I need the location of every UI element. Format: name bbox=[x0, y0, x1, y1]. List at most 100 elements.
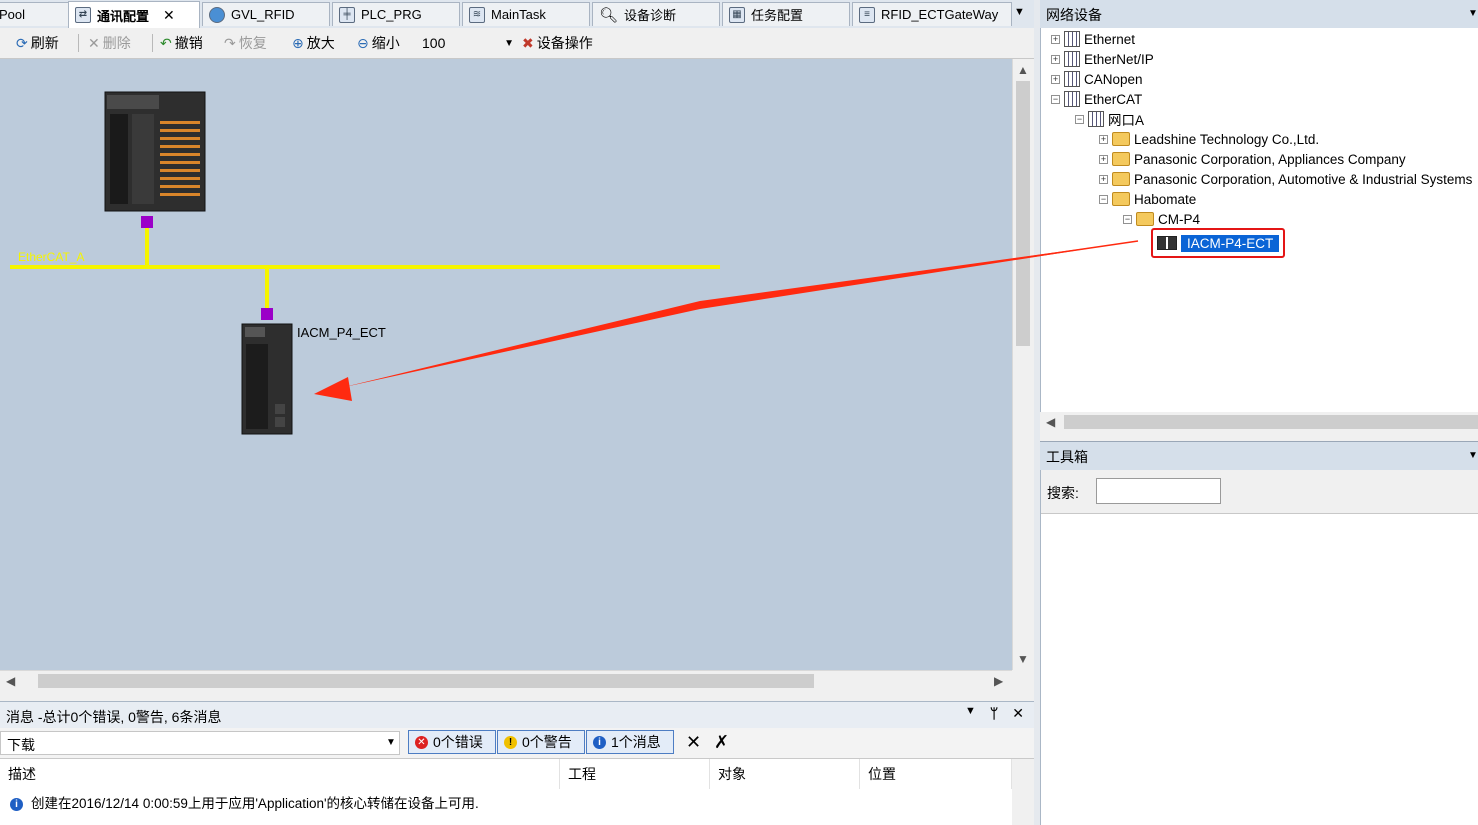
port-icon bbox=[1088, 111, 1104, 127]
folder-open-icon bbox=[1112, 192, 1130, 206]
program-icon: ╪ bbox=[339, 6, 355, 23]
column-header-project[interactable]: 工程 bbox=[560, 759, 710, 789]
network-config-icon: ⇄ bbox=[75, 7, 91, 23]
tree-node-leadshine[interactable]: + Leadshine Technology Co.,Ltd. bbox=[1099, 130, 1319, 148]
collapse-icon[interactable]: − bbox=[1075, 114, 1084, 124]
scroll-left-icon[interactable]: ◀ bbox=[1046, 415, 1055, 429]
zoom-level-select[interactable]: 100 ▼ bbox=[422, 33, 514, 53]
bus-icon bbox=[1064, 91, 1080, 107]
close-tab-icon[interactable]: ✕ bbox=[163, 7, 175, 24]
tab-pool[interactable]: Pool bbox=[0, 2, 70, 26]
delete-button[interactable]: ✕ 删除 bbox=[88, 33, 131, 53]
expand-icon[interactable]: + bbox=[1051, 74, 1060, 84]
folder-icon bbox=[1112, 172, 1130, 186]
vertical-scroll-thumb[interactable] bbox=[1016, 81, 1030, 346]
network-tree-horizontal-scrollbar[interactable]: ◀ bbox=[1040, 412, 1478, 432]
undo-icon: ↶ bbox=[160, 34, 172, 51]
chevron-down-icon[interactable]: ▼ bbox=[386, 737, 396, 748]
panel-menu-icon[interactable]: ▼ bbox=[1468, 450, 1478, 461]
tree-node-canopen[interactable]: + CANopen bbox=[1051, 70, 1143, 88]
expand-icon[interactable]: + bbox=[1051, 34, 1060, 44]
magnifier-icon: 🔍︎ bbox=[599, 6, 619, 24]
zoom-in-button[interactable]: ⊕ 放大 bbox=[292, 33, 335, 53]
messages-filter-bar: 下载 ▼ ✕ 0个错误 ! 0个警告 i 1个消息 ✕ ✗ bbox=[0, 728, 1034, 759]
panel-menu-icon[interactable]: ▼ bbox=[1468, 8, 1478, 19]
tab-task-config[interactable]: ▦ 任务配置 bbox=[722, 2, 850, 26]
scroll-down-icon[interactable]: ▼ bbox=[1017, 652, 1029, 666]
expand-icon[interactable]: + bbox=[1099, 174, 1108, 184]
undo-button[interactable]: ↶ 撤销 bbox=[160, 33, 203, 53]
tree-node-panasonic-automotive[interactable]: + Panasonic Corporation, Automotive & In… bbox=[1099, 170, 1472, 188]
expand-icon[interactable]: + bbox=[1099, 134, 1108, 144]
toolbox-search-input[interactable] bbox=[1096, 478, 1221, 504]
message-source-select[interactable]: 下载 bbox=[0, 731, 400, 755]
device-operations-button[interactable]: ✖ 设备操作 bbox=[522, 33, 593, 53]
tree-node-cm-p4[interactable]: − CM-P4 bbox=[1123, 210, 1200, 228]
collapse-icon[interactable]: − bbox=[1099, 194, 1108, 204]
info-filter-button[interactable]: i 1个消息 bbox=[586, 730, 674, 754]
close-panel-icon[interactable]: ✕ bbox=[1012, 705, 1024, 722]
redo-button[interactable]: ↷ 恢复 bbox=[224, 33, 267, 53]
tree-node-ethernet-ip[interactable]: + EtherNet/IP bbox=[1051, 50, 1154, 68]
master-port[interactable] bbox=[141, 216, 153, 228]
tab-rfid-ectgateway[interactable]: ≡ RFID_ECTGateWay bbox=[852, 2, 1012, 26]
info-icon: i bbox=[10, 797, 23, 811]
scroll-right-icon[interactable]: ▶ bbox=[994, 674, 1003, 688]
column-header-object[interactable]: 对象 bbox=[710, 759, 860, 789]
network-devices-header: 网络设备 ▼ bbox=[1040, 0, 1478, 29]
tree-node-habomate[interactable]: − Habomate bbox=[1099, 190, 1196, 208]
tree-node-port-a[interactable]: − 网口A bbox=[1075, 110, 1144, 128]
tree-node-ethernet[interactable]: + Ethernet bbox=[1051, 30, 1135, 48]
horizontal-scroll-thumb[interactable] bbox=[1064, 415, 1478, 429]
tab-list-dropdown-icon[interactable]: ▼ bbox=[1014, 6, 1025, 18]
task-icon: ≋ bbox=[469, 6, 485, 23]
zoom-out-button[interactable]: ⊖ 缩小 bbox=[357, 33, 400, 53]
scroll-left-icon[interactable]: ◀ bbox=[6, 674, 15, 688]
expand-icon[interactable]: + bbox=[1099, 154, 1108, 164]
scroll-up-icon[interactable]: ▲ bbox=[1017, 63, 1029, 77]
tab-plc-prg[interactable]: ╪ PLC_PRG bbox=[332, 2, 460, 26]
tab-gvl-rfid[interactable]: GVL_RFID bbox=[202, 2, 330, 26]
canvas-vertical-scrollbar[interactable]: ▲ ▼ bbox=[1012, 59, 1033, 670]
slave-device-label: IACM_P4_ECT bbox=[297, 325, 386, 340]
tree-node-ethercat[interactable]: − EtherCAT bbox=[1051, 90, 1142, 108]
messages-title: 消息 -总计0个错误, 0警告, 6条消息 bbox=[6, 709, 222, 725]
zoom-out-icon: ⊖ bbox=[357, 34, 369, 51]
warnings-filter-button[interactable]: ! 0个警告 bbox=[497, 730, 585, 754]
messages-scrollbar[interactable] bbox=[1012, 759, 1034, 825]
horizontal-scroll-thumb[interactable] bbox=[38, 674, 814, 688]
folder-icon bbox=[1112, 132, 1130, 146]
info-icon: i bbox=[593, 735, 606, 749]
topology-diagram: EtherCAT_A IACM_P4_ECT bbox=[10, 91, 720, 435]
tree-node-iacm-p4-ect[interactable]: IACM-P4-ECT bbox=[1151, 228, 1286, 258]
master-plc-device[interactable] bbox=[104, 91, 206, 212]
bus-icon bbox=[1064, 71, 1080, 87]
collapse-icon[interactable]: − bbox=[1123, 214, 1132, 224]
collapse-icon[interactable]: − bbox=[1051, 94, 1060, 104]
network-topology-canvas[interactable]: EtherCAT_A IACM_P4_ECT bbox=[0, 59, 1012, 670]
tab-comm-config[interactable]: ⇄ 通讯配置 ✕ bbox=[68, 1, 200, 28]
panel-menu-icon[interactable]: ▼ bbox=[965, 705, 976, 722]
tree-node-panasonic-appliances[interactable]: + Panasonic Corporation, Appliances Comp… bbox=[1099, 150, 1406, 168]
folder-open-icon bbox=[1136, 212, 1154, 226]
toolbox-search-bar: 搜索: bbox=[1041, 470, 1478, 514]
pin-icon[interactable]: ᛘ bbox=[990, 705, 998, 722]
tools-icon: ✖ bbox=[522, 34, 534, 51]
errors-filter-button[interactable]: ✕ 0个错误 bbox=[408, 730, 496, 754]
canvas-horizontal-scrollbar[interactable]: ◀ ▶ bbox=[0, 670, 1012, 691]
expand-icon[interactable]: + bbox=[1051, 54, 1060, 64]
editor-toolbar: ⟳ 刷新 ✕ 删除 ↶ 撤销 ↷ 恢复 ⊕ 放大 ⊖ 缩小 100 ▼ ✖ 设备… bbox=[0, 28, 1034, 59]
bus-icon bbox=[1064, 51, 1080, 67]
column-header-description[interactable]: 描述 bbox=[0, 759, 560, 789]
slave-device-iacm-p4-ect[interactable] bbox=[241, 323, 293, 435]
folder-icon bbox=[1112, 152, 1130, 166]
clear-messages-icon[interactable]: ✕ bbox=[686, 732, 701, 753]
slave-port[interactable] bbox=[261, 308, 273, 320]
tab-maintask[interactable]: ≋ MainTask bbox=[462, 2, 590, 26]
tab-device-diagnosis[interactable]: 🔍︎ 设备诊断 bbox=[592, 2, 720, 26]
error-icon: ✕ bbox=[415, 735, 428, 749]
column-header-position[interactable]: 位置 bbox=[860, 759, 1012, 789]
table-row[interactable]: i 创建在2016/12/14 0:00:59上用于应用'Application… bbox=[10, 791, 479, 817]
refresh-button[interactable]: ⟳ 刷新 bbox=[16, 33, 59, 53]
clear-all-messages-icon[interactable]: ✗ bbox=[714, 732, 729, 753]
